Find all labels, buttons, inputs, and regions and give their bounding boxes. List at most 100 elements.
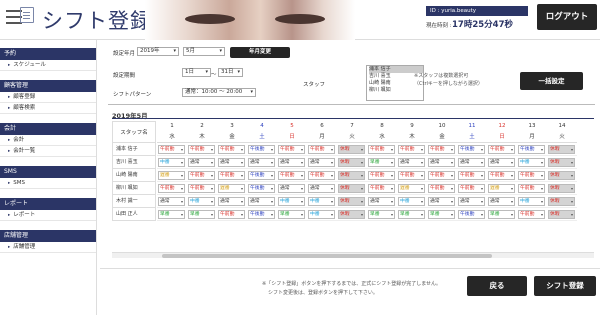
shift-select[interactable]: 休暇 [338,145,365,154]
shift-select[interactable]: 通常 [398,158,425,167]
shift-select[interactable]: 午前勤 [308,145,335,154]
sidebar-item[interactable]: 顧客登録 [0,92,96,103]
shift-select[interactable]: 午前勤 [158,184,185,193]
shift-select[interactable]: 午前勤 [188,171,215,180]
shift-select[interactable]: 休暇 [548,171,575,180]
shift-select[interactable]: 遅番 [158,171,185,180]
shift-select[interactable]: 遅番 [488,184,515,193]
shift-select[interactable]: 中番 [398,197,425,206]
shift-select[interactable]: 通常 [218,197,245,206]
shift-select[interactable]: 午後勤 [248,210,275,219]
shift-select[interactable]: 休暇 [548,197,575,206]
shift-select[interactable]: 早番 [428,210,455,219]
shift-select[interactable]: 午後勤 [248,145,275,154]
sidebar-item[interactable]: レポート [0,210,96,221]
shift-select[interactable]: 通常 [278,158,305,167]
shift-select[interactable]: 中番 [308,210,335,219]
shift-select[interactable]: 午前勤 [518,171,545,180]
shift-select[interactable]: 中番 [518,158,545,167]
shift-select[interactable]: 通常 [188,158,215,167]
sidebar-item[interactable]: スケジュール [0,60,96,71]
horizontal-scrollbar[interactable] [112,252,594,258]
shift-select[interactable]: 午前勤 [308,171,335,180]
shift-select[interactable]: 通常 [248,158,275,167]
sidebar-item[interactable]: SMS [0,178,96,189]
shift-select[interactable]: 午前勤 [458,184,485,193]
shift-select[interactable]: 通常 [158,197,185,206]
shift-select[interactable]: 休暇 [338,210,365,219]
shift-select[interactable]: 午前勤 [218,145,245,154]
year-select[interactable]: 2019年 [137,47,179,56]
shift-select[interactable]: 午前勤 [218,171,245,180]
shift-select[interactable]: 午前勤 [428,184,455,193]
shift-select[interactable]: 中番 [518,197,545,206]
shift-select[interactable]: 午後勤 [248,171,275,180]
shift-select[interactable]: 午前勤 [218,210,245,219]
shift-select[interactable]: 午前勤 [188,184,215,193]
shift-select[interactable]: 午後勤 [518,145,545,154]
shift-select[interactable]: 午前勤 [518,184,545,193]
shift-select[interactable]: 午前勤 [278,171,305,180]
month-select[interactable]: 5月 [183,47,225,56]
change-month-button[interactable]: 年月変更 [230,47,290,58]
shift-select[interactable]: 休暇 [338,197,365,206]
shift-select[interactable]: 中番 [278,197,305,206]
shift-select[interactable]: 休暇 [338,184,365,193]
shift-select[interactable]: 通常 [368,197,395,206]
shift-select[interactable]: 通常 [428,197,455,206]
shift-select[interactable]: 早番 [368,158,395,167]
logout-button[interactable]: ログアウト [537,4,597,30]
shift-select[interactable]: 早番 [398,210,425,219]
sidebar-item[interactable]: 会計 [0,135,96,146]
bulk-set-button[interactable]: 一括設定 [520,72,583,90]
shift-select[interactable]: 午後勤 [458,210,485,219]
shift-select[interactable]: 午前勤 [278,145,305,154]
sidebar-item[interactable]: 顧客検索 [0,103,96,114]
shift-select[interactable]: 早番 [278,210,305,219]
scrollbar-thumb[interactable] [162,254,492,258]
shift-select[interactable]: 休暇 [338,171,365,180]
shift-select[interactable]: 休暇 [548,184,575,193]
shift-select[interactable]: 通常 [248,197,275,206]
shift-select[interactable]: 通常 [428,158,455,167]
sidebar-item[interactable]: 会計一覧 [0,146,96,157]
shift-select[interactable]: 午前勤 [158,145,185,154]
shift-select[interactable]: 午前勤 [368,171,395,180]
shift-select[interactable]: 早番 [488,210,515,219]
shift-select[interactable]: 休暇 [338,158,365,167]
from-day-select[interactable]: 1日 [182,68,211,77]
shift-select[interactable]: 通常 [488,158,515,167]
shift-select[interactable]: 休暇 [548,210,575,219]
shift-select[interactable]: 通常 [308,184,335,193]
shift-select[interactable]: 中番 [188,197,215,206]
shift-select[interactable]: 午前勤 [458,171,485,180]
shift-select[interactable]: 中番 [308,197,335,206]
to-day-select[interactable]: 31日 [218,68,243,77]
shift-select[interactable]: 午前勤 [398,145,425,154]
shift-select[interactable]: 休暇 [548,145,575,154]
shift-select[interactable]: 午前勤 [368,184,395,193]
shift-select[interactable]: 早番 [158,210,185,219]
shift-select[interactable]: 通常 [458,197,485,206]
pattern-select[interactable]: 通常：10:00 〜 20:00 [182,88,256,97]
shift-select[interactable]: 遅番 [218,184,245,193]
shift-select[interactable]: 遅番 [398,184,425,193]
register-shift-button[interactable]: シフト登録 [534,276,596,296]
shift-select[interactable]: 午前勤 [428,171,455,180]
shift-select[interactable]: 午後勤 [458,145,485,154]
shift-select[interactable]: 午後勤 [248,184,275,193]
shift-select[interactable]: 午前勤 [488,171,515,180]
shift-select[interactable]: 通常 [218,158,245,167]
sidebar-item[interactable]: 店舗管理 [0,242,96,253]
shift-select[interactable]: 午前勤 [518,210,545,219]
shift-select[interactable]: 早番 [368,210,395,219]
shift-select[interactable]: 通常 [458,158,485,167]
shift-select[interactable]: 午前勤 [398,171,425,180]
staff-option[interactable]: 柳川 颯如 [369,87,423,94]
shift-select[interactable]: 通常 [308,158,335,167]
shift-select[interactable]: 午前勤 [368,145,395,154]
shift-select[interactable]: 中番 [158,158,185,167]
back-button[interactable]: 戻る [467,276,527,296]
shift-select[interactable]: 午前勤 [188,145,215,154]
shift-select[interactable]: 午前勤 [488,145,515,154]
